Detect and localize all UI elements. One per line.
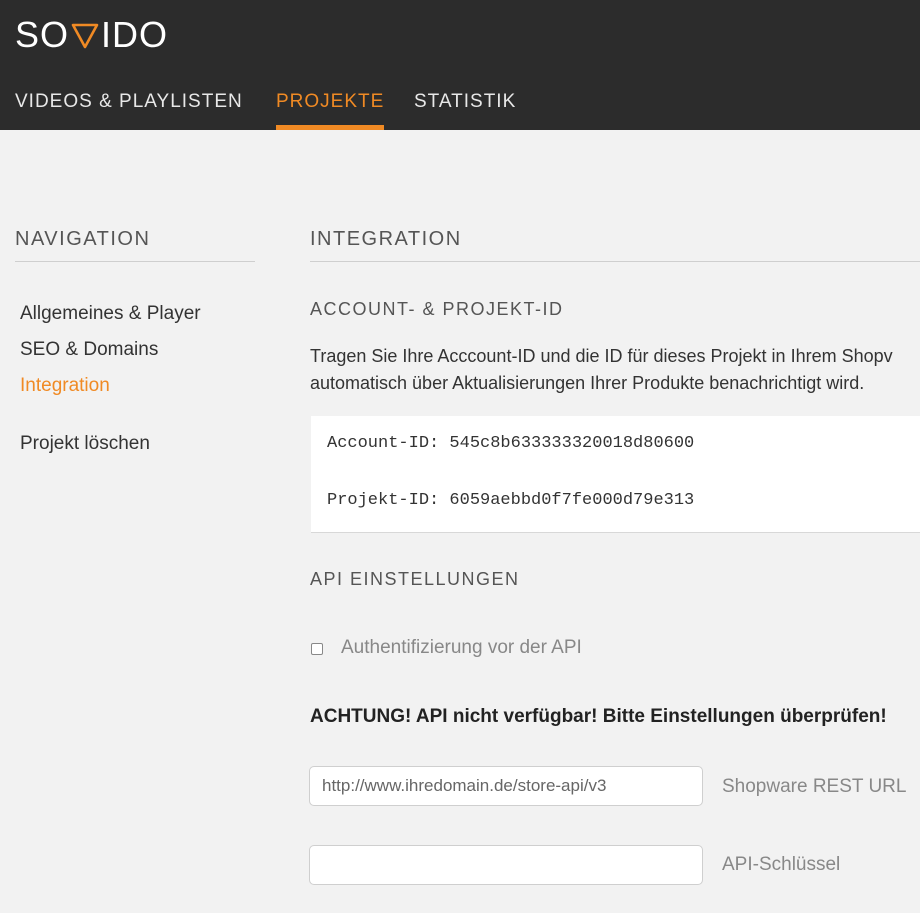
logo[interactable]: SO IDO bbox=[15, 14, 168, 56]
tab-projekte[interactable]: PROJEKTE bbox=[276, 88, 385, 130]
account-section-title: ACCOUNT- & PROJEKT-ID bbox=[310, 299, 564, 319]
auth-checkbox-label[interactable]: Authentifizierung vor der API bbox=[341, 637, 582, 659]
api-warning-message: ACHTUNG! API nicht verfügbar! Bitte Eins… bbox=[310, 706, 887, 727]
description-line-1: Tragen Sie Ihre Acccount-ID und die ID f… bbox=[310, 346, 893, 366]
api-section-title: API EINSTELLUNGEN bbox=[310, 569, 520, 589]
sidebar-item-seo-domains[interactable]: SEO & Domains bbox=[20, 339, 158, 361]
sidebar-item-projekt-loeschen[interactable]: Projekt löschen bbox=[20, 433, 150, 455]
id-code-box: Account-ID: 545c8b633333320018d80600 Pro… bbox=[311, 416, 920, 533]
sidebar-item-allgemeines-player[interactable]: Allgemeines & Player bbox=[20, 303, 201, 325]
page-title-divider bbox=[310, 261, 920, 262]
account-id-line[interactable]: Account-ID: 545c8b633333320018d80600 bbox=[327, 434, 694, 453]
account-section-description: Tragen Sie Ihre Acccount-ID und die ID f… bbox=[310, 343, 920, 397]
sidebar-item-integration[interactable]: Integration bbox=[20, 375, 110, 397]
tab-statistik[interactable]: STATISTIK bbox=[414, 88, 516, 130]
auth-checkbox[interactable] bbox=[311, 643, 323, 655]
logo-triangle-icon bbox=[71, 23, 99, 49]
logo-text-right: IDO bbox=[101, 14, 169, 55]
sidebar-divider bbox=[15, 261, 255, 262]
top-bar: SO IDO VIDEOS & PLAYLISTEN PROJEKTE STAT… bbox=[0, 0, 920, 130]
tab-videos-playlisten[interactable]: VIDEOS & PLAYLISTEN bbox=[15, 88, 243, 130]
api-key-label: API-Schlüssel bbox=[722, 854, 841, 875]
shopware-rest-url-label: Shopware REST URL bbox=[722, 776, 907, 797]
sidebar-title: NAVIGATION bbox=[15, 228, 151, 250]
project-id-line[interactable]: Projekt-ID: 6059aebbd0f7fe000d79e313 bbox=[327, 491, 694, 510]
logo-text-left: SO bbox=[15, 14, 70, 55]
page-title: INTEGRATION bbox=[310, 228, 462, 250]
description-line-2: automatisch über Aktualisierungen Ihrer … bbox=[310, 373, 865, 393]
shopware-rest-url-input[interactable] bbox=[309, 766, 703, 806]
api-key-input[interactable] bbox=[309, 845, 703, 885]
